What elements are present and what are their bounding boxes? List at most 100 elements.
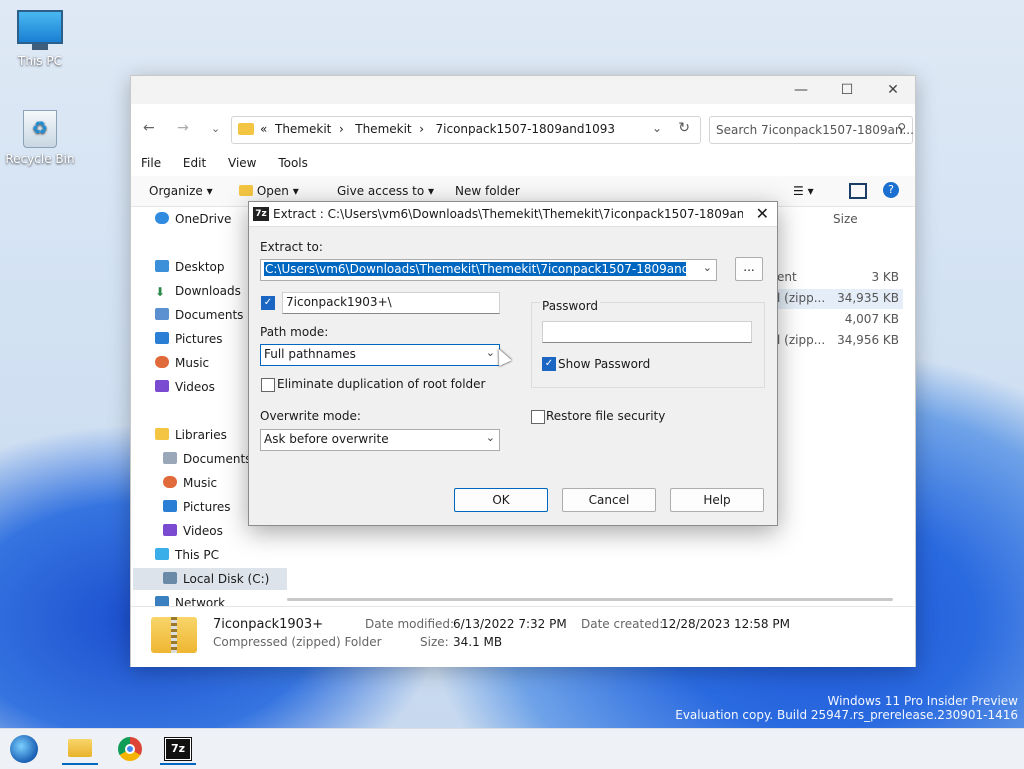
date-created: 12/28/2023 12:58 PM xyxy=(661,617,790,631)
search-icon[interactable]: ⚲ xyxy=(897,121,906,135)
refresh-icon[interactable]: ↻ xyxy=(678,120,690,136)
breadcrumb-item[interactable]: 7iconpack1507-1809and1093 xyxy=(436,122,616,136)
menu-edit[interactable]: Edit xyxy=(183,156,206,170)
column-header-size[interactable]: Size xyxy=(833,212,858,226)
nav-this-pc[interactable]: This PC xyxy=(155,544,295,566)
pictures-icon xyxy=(163,500,177,512)
overwrite-mode-select[interactable]: Ask before overwrite ⌄ xyxy=(260,429,500,451)
password-label: Password xyxy=(540,299,601,313)
taskbar-chrome[interactable] xyxy=(112,733,148,765)
breadcrumb: « Themekit › Themekit › 7iconpack1507-18… xyxy=(260,122,616,136)
show-password-checkbox[interactable]: ✓ xyxy=(542,357,556,371)
path-mode-select[interactable]: Full pathnames ⌄ xyxy=(260,344,500,366)
extract-to-combo[interactable]: C:\Users\vm6\Downloads\Themekit\Themekit… xyxy=(260,259,717,281)
show-password-label: Show Password xyxy=(558,357,651,371)
help-button[interactable]: Help xyxy=(670,488,764,512)
windows-logo-icon xyxy=(10,735,38,763)
cloud-icon xyxy=(155,212,169,224)
table-row[interactable]: ent 3 KB xyxy=(767,268,903,288)
table-row[interactable]: l (zipp... 34,935 KB xyxy=(767,289,903,309)
breadcrumb-item[interactable]: Themekit xyxy=(355,122,411,136)
eliminate-duplication-label: Eliminate duplication of root folder xyxy=(277,377,486,391)
forward-arrow-icon[interactable]: → xyxy=(177,120,189,136)
selected-item-type: Compressed (zipped) Folder xyxy=(213,635,382,649)
desktop-icon-label: This PC xyxy=(18,54,62,68)
breadcrumb-item[interactable]: Themekit xyxy=(275,122,331,136)
password-input[interactable] xyxy=(542,321,752,343)
menu-view[interactable]: View xyxy=(228,156,256,170)
ok-button[interactable]: OK xyxy=(454,488,548,512)
desktop-icon-this-pc[interactable]: This PC xyxy=(0,10,80,68)
extract-to-input[interactable]: C:\Users\vm6\Downloads\Themekit\Themekit… xyxy=(264,262,686,276)
chevron-down-icon[interactable]: ⌄ xyxy=(211,122,220,135)
taskbar-7zip[interactable]: 7z xyxy=(160,733,196,765)
music-icon xyxy=(163,476,177,488)
folder-icon xyxy=(155,428,169,440)
7zip-logo-icon: 7z xyxy=(164,737,192,761)
new-folder-button[interactable]: New folder xyxy=(455,184,520,198)
chrome-icon xyxy=(118,737,142,761)
desktop-icon-recycle-bin[interactable]: ♻ Recycle Bin xyxy=(0,110,80,166)
chevron-down-icon[interactable]: ⌄ xyxy=(703,261,712,274)
restore-security-label: Restore file security xyxy=(546,409,666,423)
eliminate-duplication-checkbox[interactable] xyxy=(261,378,275,392)
address-bar[interactable]: « Themekit › Themekit › 7iconpack1507-18… xyxy=(231,116,701,144)
folder-icon xyxy=(239,185,253,196)
chevron-down-icon[interactable]: ⌄ xyxy=(486,431,495,444)
build-watermark: Windows 11 Pro Insider Preview Evaluatio… xyxy=(675,694,1018,722)
document-icon xyxy=(155,308,169,320)
preview-pane-icon[interactable] xyxy=(849,183,867,199)
explorer-titlebar[interactable]: — ☐ ✕ xyxy=(131,76,915,104)
cancel-button[interactable]: Cancel xyxy=(562,488,656,512)
zip-folder-icon xyxy=(151,617,197,653)
minimize-icon[interactable]: — xyxy=(787,80,815,100)
password-group: Password ✓ Show Password xyxy=(531,299,765,388)
drive-icon xyxy=(163,572,177,584)
browse-button[interactable]: ... xyxy=(735,257,763,281)
search-input[interactable]: Search 7iconpack1507-1809an... xyxy=(716,123,914,137)
desktop-icon-label: Recycle Bin xyxy=(5,152,75,166)
give-access-button[interactable]: Give access to ▾ xyxy=(337,184,434,198)
selected-item-name: 7iconpack1903+ xyxy=(213,617,324,632)
horizontal-scrollbar[interactable] xyxy=(287,598,893,601)
video-icon xyxy=(155,380,169,392)
view-options-icon[interactable]: ☰ ▾ xyxy=(793,184,814,198)
overwrite-mode-label: Overwrite mode: xyxy=(260,409,361,423)
menu-bar: File Edit View Tools xyxy=(141,156,326,170)
details-pane: 7iconpack1903+ Compressed (zipped) Folde… xyxy=(131,606,915,667)
taskbar-file-explorer[interactable] xyxy=(62,733,98,765)
document-icon xyxy=(163,452,177,464)
download-icon: ⬇ xyxy=(155,285,166,299)
video-icon xyxy=(163,524,177,536)
close-icon[interactable]: ✕ xyxy=(756,204,769,223)
subfolder-checkbox[interactable]: ✓ xyxy=(261,296,275,310)
path-mode-label: Path mode: xyxy=(260,325,329,339)
search-box[interactable]: Search 7iconpack1507-1809an... ⚲ xyxy=(709,116,914,144)
recycle-bin-icon: ♻ xyxy=(23,110,57,148)
dialog-title: Extract : C:\Users\vm6\Downloads\Themeki… xyxy=(273,207,743,221)
maximize-icon[interactable]: ☐ xyxy=(833,80,861,100)
subfolder-input[interactable]: 7iconpack1903+\ xyxy=(282,292,500,314)
folder-icon xyxy=(238,123,254,135)
close-icon[interactable]: ✕ xyxy=(879,80,907,100)
start-button[interactable] xyxy=(6,733,42,765)
menu-tools[interactable]: Tools xyxy=(278,156,308,170)
monitor-icon xyxy=(155,548,169,560)
pictures-icon xyxy=(155,332,169,344)
restore-security-checkbox[interactable] xyxy=(531,410,545,424)
back-arrow-icon[interactable]: ← xyxy=(143,120,155,136)
item-size: 34.1 MB xyxy=(453,635,503,649)
menu-file[interactable]: File xyxy=(141,156,161,170)
monitor-icon xyxy=(17,10,63,44)
chevron-down-icon[interactable]: ⌄ xyxy=(652,121,662,135)
organize-button[interactable]: Organize ▾ xyxy=(149,184,213,198)
address-row: ← → ⌄ « Themekit › Themekit › 7iconpack1… xyxy=(131,114,915,144)
7zip-logo-icon: 7z xyxy=(253,207,269,221)
table-row[interactable]: l (zipp... 34,956 KB xyxy=(767,331,903,351)
desktop-icon xyxy=(155,260,169,272)
open-button[interactable]: Open ▾ xyxy=(239,184,299,198)
dialog-titlebar[interactable]: 7z Extract : C:\Users\vm6\Downloads\Them… xyxy=(249,202,777,227)
nav-local-disk[interactable]: Local Disk (C:) xyxy=(133,568,299,590)
table-row[interactable]: 4,007 KB xyxy=(767,310,903,330)
help-icon[interactable]: ? xyxy=(883,182,899,198)
